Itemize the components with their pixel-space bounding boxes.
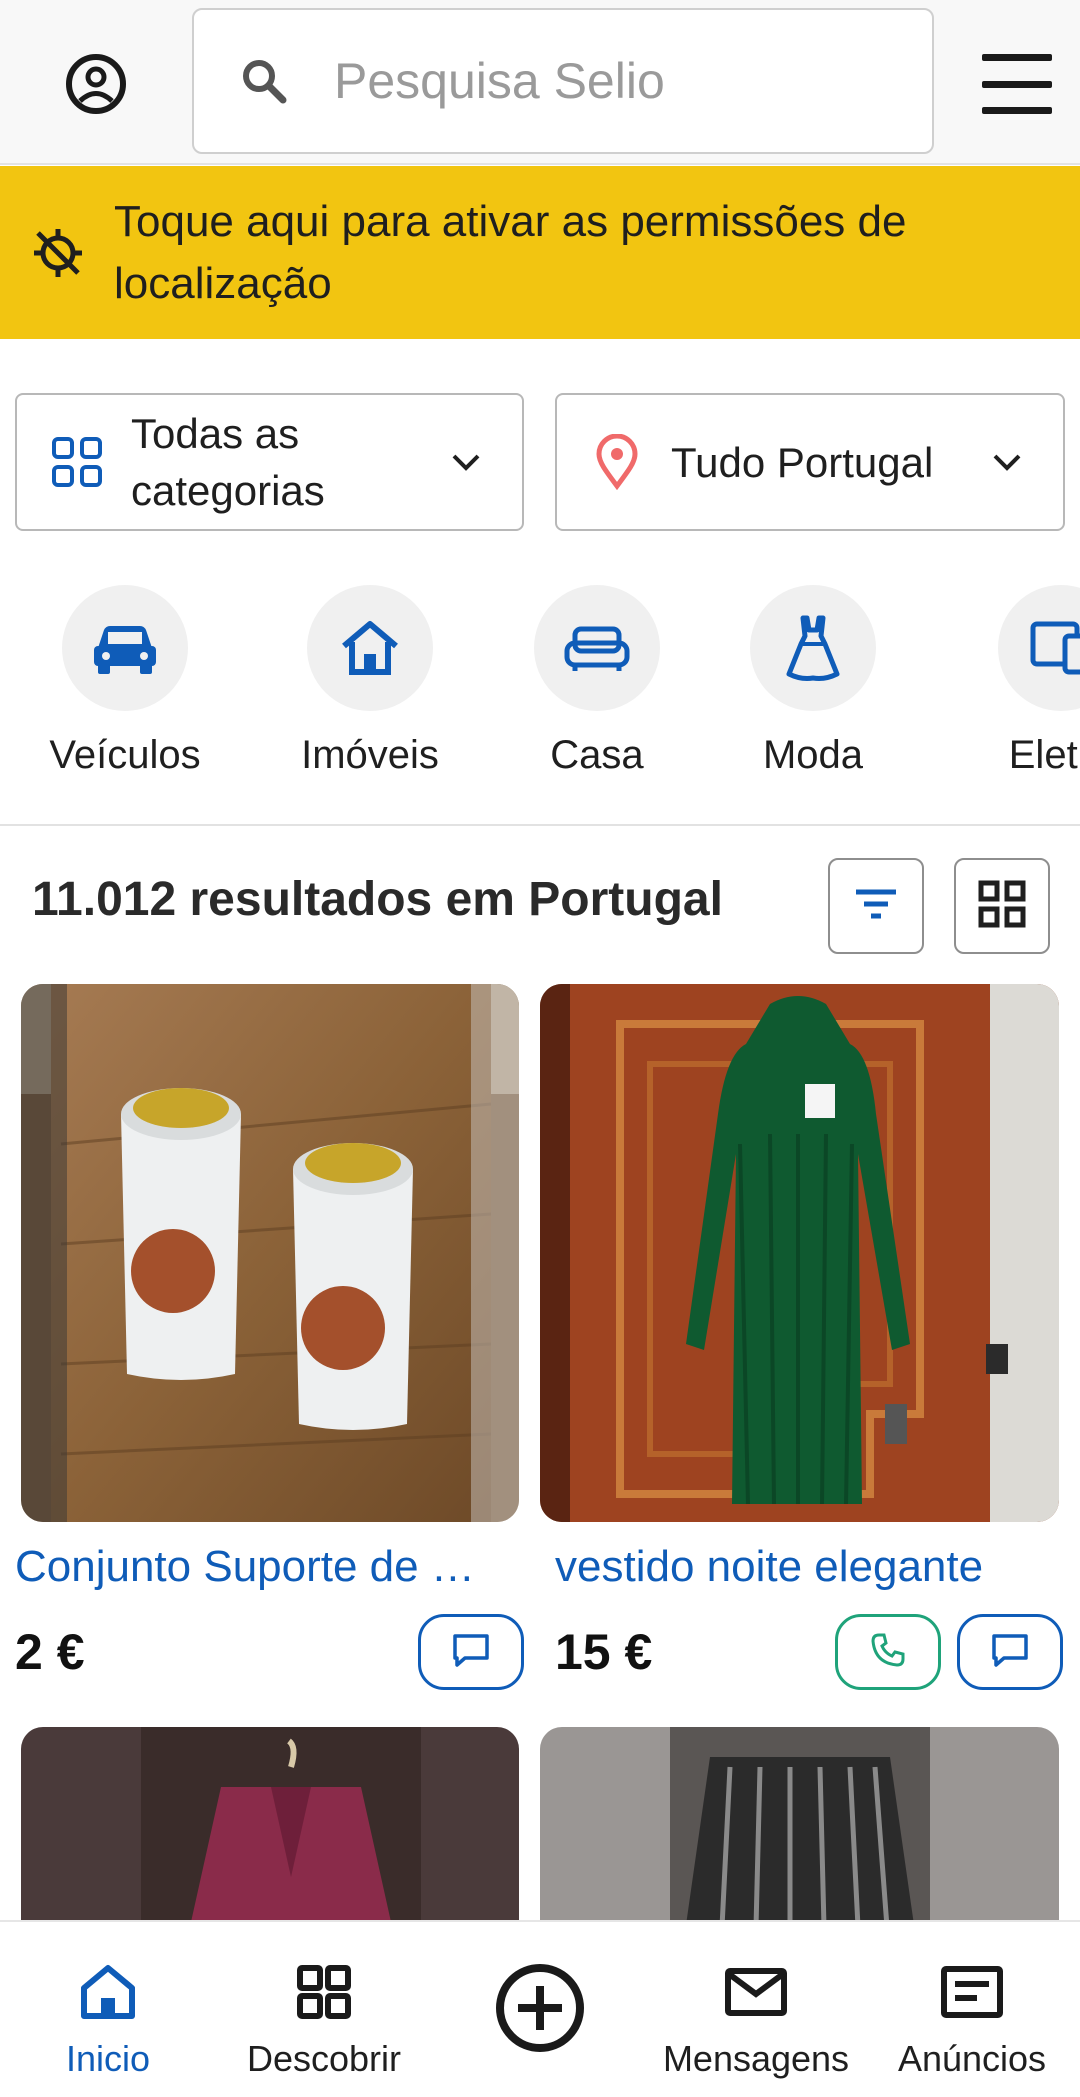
bottom-navigation: Inicio Descobrir Mensagens Anúncios (0, 1920, 1080, 2097)
chevron-down-icon (446, 442, 486, 482)
nav-label: Descobrir (246, 2038, 402, 2079)
mail-icon (724, 1960, 788, 2024)
listing-price: 15 € (555, 1624, 653, 1680)
category-fashion[interactable]: Moda (713, 585, 913, 778)
chat-bubble-icon (990, 1632, 1030, 1673)
location-permission-banner[interactable]: Toque aqui para ativar as permissões de … (0, 166, 1080, 339)
categories-grid-icon (47, 432, 107, 492)
location-pin-icon (587, 432, 647, 492)
filter-lines-icon (854, 886, 898, 927)
search-placeholder: Pesquisa Selio (334, 53, 665, 109)
ads-icon (940, 1960, 1004, 2024)
car-icon (62, 585, 188, 711)
nav-discover[interactable]: Descobrir (216, 1922, 432, 2097)
listing-title[interactable]: vestido noite elegante (555, 1542, 1065, 1592)
grid-icon (292, 1960, 356, 2024)
location-disabled-icon (28, 223, 88, 283)
category-electronics[interactable]: Eletró (961, 585, 1080, 778)
chat-bubble-icon (451, 1632, 491, 1673)
category-real-estate[interactable]: Imóveis (270, 585, 470, 778)
location-filter-dropdown[interactable]: Tudo Portugal (555, 393, 1065, 531)
account-circle-icon[interactable] (60, 48, 132, 120)
category-label: Imóveis (301, 733, 439, 777)
listing-title[interactable]: Conjunto Suporte de … (15, 1542, 515, 1592)
home-icon (76, 1960, 140, 2024)
category-label: Casa (550, 733, 644, 777)
search-input[interactable]: Pesquisa Selio (192, 8, 934, 154)
filter-button[interactable] (828, 858, 924, 954)
listing-photo-candle-holders[interactable] (21, 984, 519, 1522)
listing-price: 2 € (15, 1624, 85, 1680)
category-vehicles[interactable]: Veículos (25, 585, 225, 778)
category-label: Eletró (1008, 733, 1080, 777)
message-button[interactable] (957, 1614, 1063, 1690)
phone-icon (870, 1632, 906, 1673)
category-carousel[interactable]: Veículos Imóveis Casa Moda Elet (0, 585, 1080, 825)
nav-label: Mensagens (662, 2038, 850, 2079)
divider (0, 824, 1080, 826)
nav-label: Anúncios (897, 2038, 1047, 2079)
add-circle-icon (492, 1960, 588, 2056)
nav-label: Inicio (65, 2038, 151, 2079)
dress-icon (750, 585, 876, 711)
results-count: 11.012 resultados em Portugal (32, 873, 723, 926)
call-button[interactable] (835, 1614, 941, 1690)
category-label: Veículos (49, 733, 201, 777)
grid-view-button[interactable] (954, 858, 1050, 954)
devices-icon (998, 585, 1080, 711)
category-filter-label: Todas as categorias (131, 410, 325, 514)
app-header: Pesquisa Selio (0, 0, 1080, 165)
search-icon (234, 51, 294, 111)
category-label: Moda (762, 733, 864, 777)
nav-home[interactable]: Inicio (0, 1922, 216, 2097)
banner-text: Toque aqui para ativar as permissões de … (114, 196, 907, 308)
chevron-down-icon (987, 442, 1027, 482)
grid-view-icon (978, 880, 1026, 933)
listing-photo-green-dress[interactable] (540, 984, 1059, 1522)
category-home[interactable]: Casa (497, 585, 697, 778)
sofa-icon (534, 585, 660, 711)
nav-ads[interactable]: Anúncios (864, 1922, 1080, 2097)
nav-messages[interactable]: Mensagens (648, 1922, 864, 2097)
hamburger-menu-icon[interactable] (982, 54, 1052, 114)
location-filter-label: Tudo Portugal (671, 438, 934, 486)
category-filter-dropdown[interactable]: Todas as categorias (15, 393, 524, 531)
message-button[interactable] (418, 1614, 524, 1690)
nav-add-listing[interactable] (432, 1922, 648, 2097)
house-icon (307, 585, 433, 711)
